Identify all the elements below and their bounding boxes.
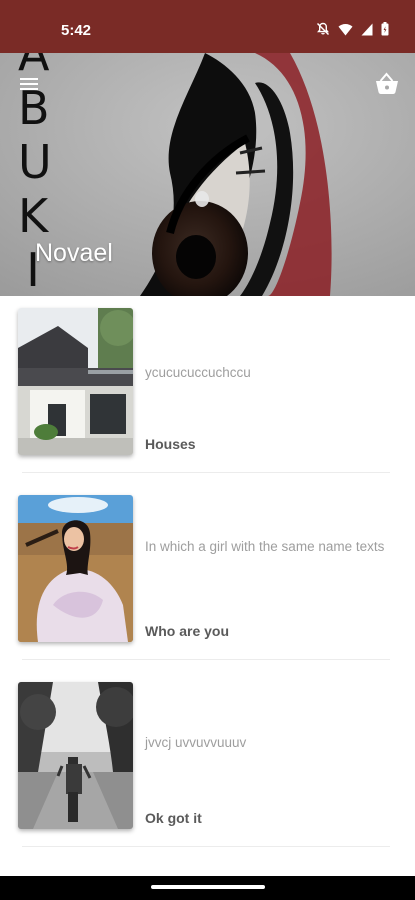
hero-letter: K — [18, 189, 49, 243]
story-description: jvvcj uvvuvvuuuv — [145, 735, 247, 750]
story-title: Houses — [145, 436, 196, 452]
story-thumbnail — [18, 495, 133, 642]
story-thumbnail — [18, 682, 133, 829]
status-time: 5:42 — [61, 22, 92, 39]
story-card[interactable]: In which a girl with the same name texts… — [0, 483, 415, 669]
house-photo — [18, 308, 133, 455]
notifications-muted-icon — [316, 22, 330, 36]
divider — [22, 846, 390, 847]
story-card[interactable]: ycucucuccuchccu Houses — [0, 296, 415, 482]
battery-icon — [381, 22, 389, 36]
story-card[interactable]: jvvcj uvvuvvuuuv Ok got it — [0, 670, 415, 856]
wifi-icon — [338, 23, 353, 36]
signal-icon — [361, 23, 373, 36]
divider — [22, 472, 390, 473]
home-gesture-handle[interactable] — [151, 885, 265, 889]
story-title: Who are you — [145, 623, 230, 639]
status-icons — [316, 22, 389, 36]
menu-button[interactable] — [12, 69, 48, 99]
woman-on-path-photo — [18, 682, 133, 829]
hero-header: A B U K I Novael — [0, 53, 415, 296]
menu-icon — [20, 78, 38, 90]
story-title: Ok got it — [145, 810, 202, 826]
divider — [22, 659, 390, 660]
navigation-bar — [0, 876, 415, 900]
story-description: ycucucuccuchccu — [145, 365, 251, 380]
girl-in-field-photo — [18, 495, 133, 642]
page-title: Novael — [35, 239, 113, 267]
status-bar: 5:42 — [0, 0, 415, 53]
hero-letter: U — [18, 135, 52, 189]
story-description: In which a girl with the same name texts — [145, 539, 385, 554]
basket-icon — [376, 72, 398, 94]
basket-button[interactable] — [371, 69, 403, 99]
story-thumbnail — [18, 308, 133, 455]
